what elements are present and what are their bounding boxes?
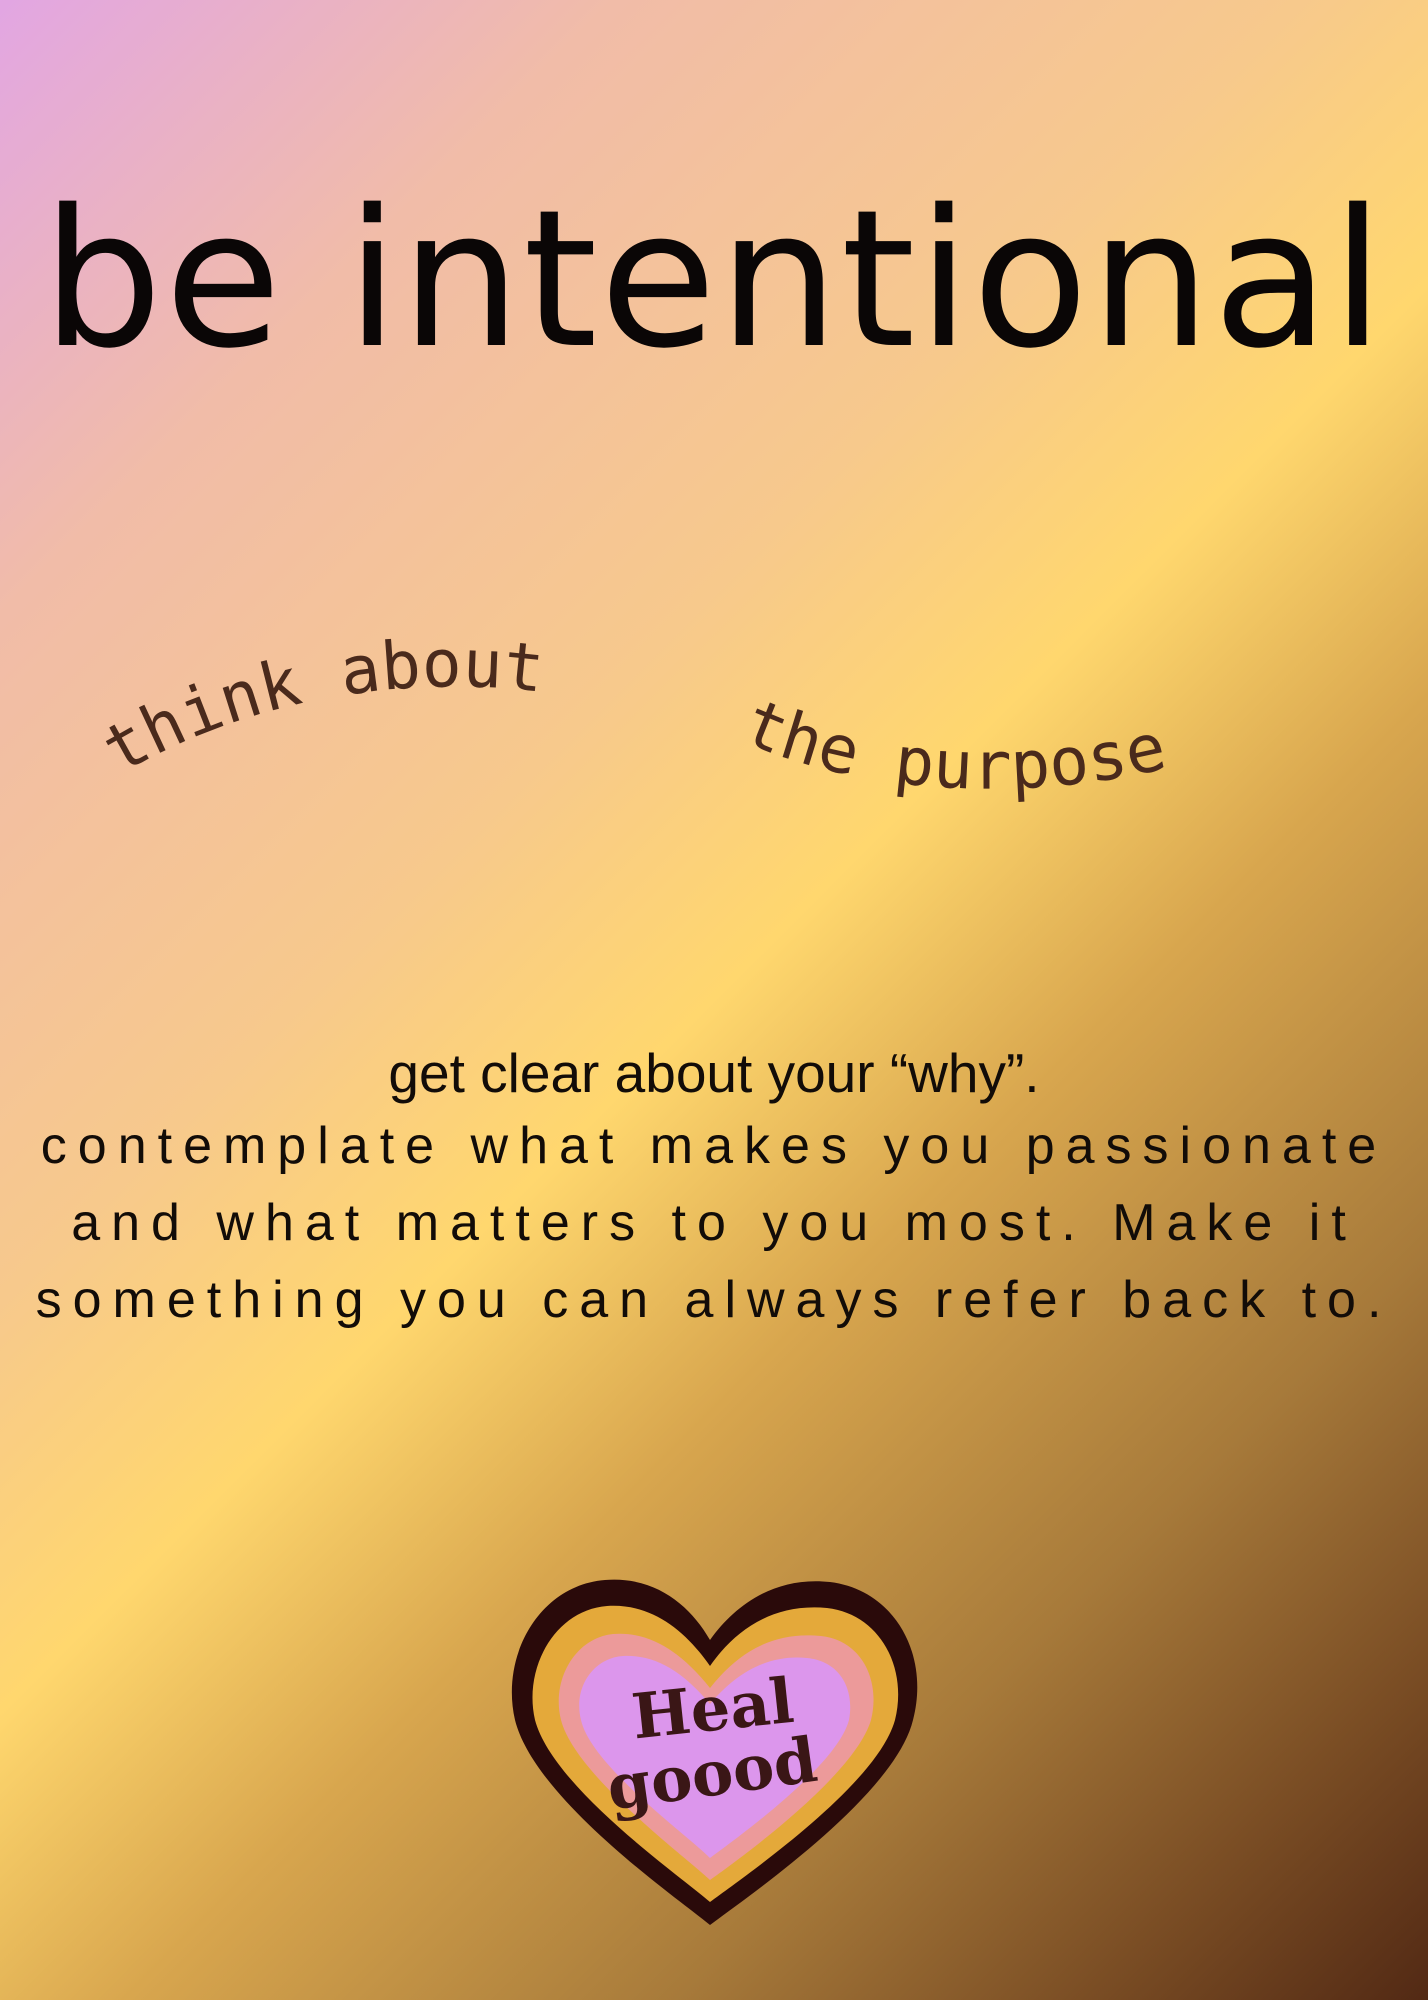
why-line: get clear about your “why”.	[388, 1042, 1040, 1104]
body-paragraph: contemplate what makes you passionate an…	[35, 1117, 1393, 1329]
poster-title: be intentional	[41, 169, 1387, 390]
subtitle-part-2: the purpose	[734, 684, 1173, 805]
body-copy: get clear about your “why”. contemplate …	[0, 1038, 1428, 1339]
curved-subtitle: think about the purpose	[90, 625, 1173, 805]
heal-goood-heart-logo: Heal goood	[505, 1570, 925, 1930]
poster: be intentional think about the purpose g…	[0, 0, 1428, 2000]
subtitle-part-1: think about	[90, 625, 547, 789]
